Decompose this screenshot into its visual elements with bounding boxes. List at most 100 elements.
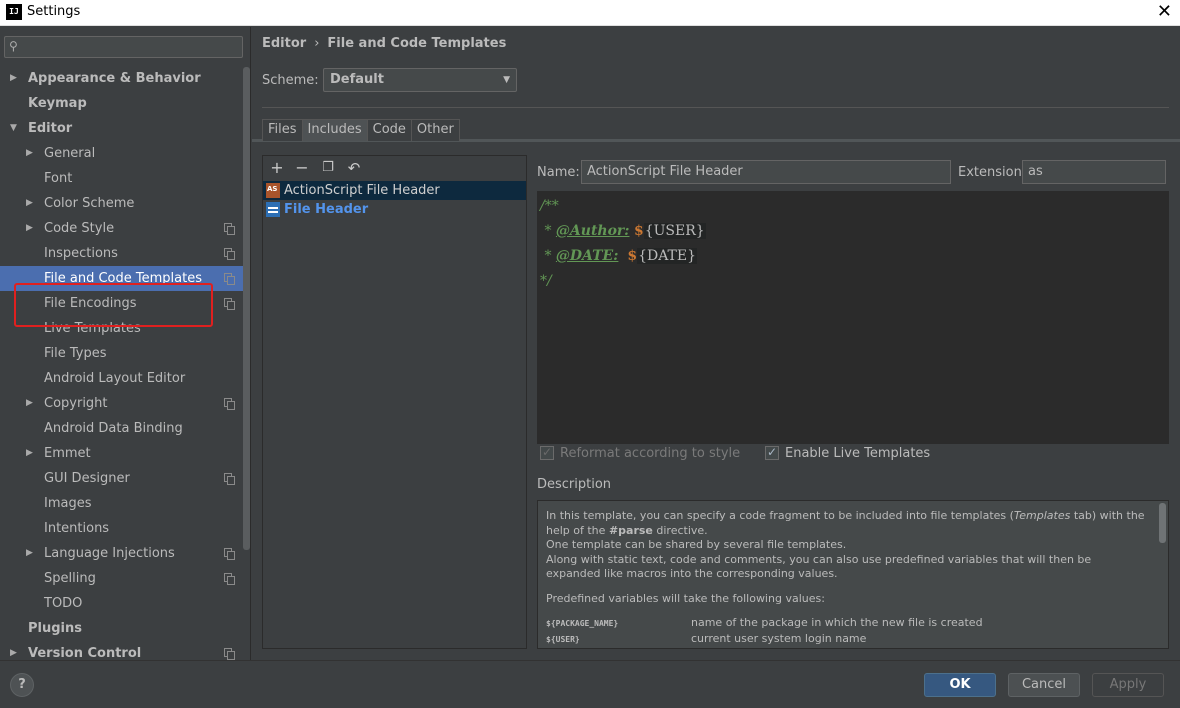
sidebar-item-general[interactable]: ▶ General [0,141,243,166]
sidebar-item-code-style[interactable]: ▶ Code Style [0,216,243,241]
apply-button[interactable]: Apply [1092,673,1164,697]
sidebar-item-android-data-binding[interactable]: Android Data Binding [0,416,243,441]
code-line: /** [540,198,559,214]
list-item[interactable]: ActionScript File Header [263,181,526,200]
sidebar-item-label: Editor [28,121,73,136]
sidebar-item-label: General [44,146,96,161]
sidebar-item-label: TODO [44,596,83,611]
tab-files[interactable]: Files [262,119,303,141]
tab-other[interactable]: Other [410,119,460,141]
sidebar-item-file-and-code-templates[interactable]: File and Code Templates [0,266,243,291]
sidebar-item-images[interactable]: Images [0,491,243,516]
scheme-dropdown[interactable]: Default ▼ [323,68,517,92]
chevron-right-icon[interactable]: ▶ [26,441,33,466]
sidebar-item-inspections[interactable]: Inspections [0,241,243,266]
chevron-right-icon[interactable]: ▶ [26,216,33,241]
sidebar-item-label: Android Layout Editor [44,371,186,386]
sidebar-item-plugins[interactable]: Plugins [0,616,243,641]
sidebar-scrollbar[interactable] [243,67,250,550]
chevron-right-icon[interactable]: ▶ [26,191,33,216]
template-list: ActionScript File Header File Header [263,181,526,219]
chevron-right-icon[interactable]: ▶ [26,541,33,566]
template-label: File Header [284,202,369,217]
reformat-checkbox-row: Reformat according to style [540,444,741,462]
sidebar-item-label: GUI Designer [44,471,130,486]
window-title: Settings [27,4,81,19]
add-icon[interactable]: + [267,158,287,178]
sidebar-item-live-templates[interactable]: Live Templates [0,316,243,341]
sidebar-item-font[interactable]: Font [0,166,243,191]
sidebar-item-color-scheme[interactable]: ▶ Color Scheme [0,191,243,216]
description-scrollbar[interactable] [1159,503,1166,543]
chevron-right-icon[interactable]: ▶ [10,66,17,91]
actionscript-file-icon [266,183,280,198]
sidebar-item-android-layout-editor[interactable]: Android Layout Editor [0,366,243,391]
extension-label: Extension: [958,165,1027,180]
template-toolbar: + − ❐ ↶ [263,156,526,180]
sidebar-item-gui-designer[interactable]: GUI Designer [0,466,243,491]
chevron-right-icon[interactable]: ▶ [10,641,17,660]
sidebar-item-todo[interactable]: TODO [0,591,243,616]
live-templates-label: Enable Live Templates [785,446,931,461]
settings-search-input[interactable]: ⚲ [4,36,243,58]
project-scope-icon [224,548,235,560]
chevron-right-icon[interactable]: ▶ [26,391,33,416]
project-scope-icon [224,273,235,285]
close-icon[interactable]: ✕ [1157,1,1172,22]
sidebar-item-label: Keymap [28,96,87,111]
description-paragraph: Predefined variables will take the follo… [546,591,825,605]
project-scope-icon [224,648,235,660]
sidebar-item-label: Spelling [44,571,96,586]
description-panel: In this template, you can specify a code… [537,500,1169,649]
project-scope-icon [224,298,235,310]
chevron-right-icon[interactable]: ▶ [26,141,33,166]
name-label: Name: [537,165,580,180]
description-title: Description [537,477,612,492]
copy-template-icon[interactable]: ❐ [318,158,338,178]
breadcrumb-separator: › [314,36,320,51]
sidebar-item-emmet[interactable]: ▶ Emmet [0,441,243,466]
sidebar-item-intentions[interactable]: Intentions [0,516,243,541]
date-tag: @DATE: [555,248,619,264]
tab-code[interactable]: Code [366,119,412,141]
sidebar-item-label: File Encodings [44,296,137,311]
ok-button[interactable]: OK [924,673,996,697]
sidebar-item-language-injections[interactable]: ▶ Language Injections [0,541,243,566]
help-button[interactable]: ? [10,673,34,697]
sidebar-item-spelling[interactable]: Spelling [0,566,243,591]
sidebar-item-version-control[interactable]: ▶ Version Control [0,641,243,660]
remove-icon[interactable]: − [292,158,312,178]
template-tabs: Files Includes Code Other [262,119,460,141]
template-name-input[interactable]: ActionScript File Header [581,160,951,184]
sidebar-item-label: Color Scheme [44,196,135,211]
sidebar-item-copyright[interactable]: ▶ Copyright [0,391,243,416]
sidebar-item-editor[interactable]: ▼ Editor [0,116,243,141]
sidebar-item-appearance-behavior[interactable]: ▶ Appearance & Behavior [0,66,243,91]
tab-includes[interactable]: Includes [301,119,368,141]
file-header-icon [266,202,280,217]
sidebar-item-label: Code Style [44,221,115,236]
project-scope-icon [224,223,235,235]
intellij-app-icon: IJ [6,4,22,20]
reformat-checkbox[interactable] [540,444,554,460]
sidebar-item-label: Emmet [44,446,91,461]
enable-live-templates-checkbox[interactable] [765,444,779,460]
cancel-button[interactable]: Cancel [1008,673,1080,697]
chevron-down-icon: ▼ [503,75,510,85]
sidebar-item-label: Appearance & Behavior [28,71,201,86]
list-item[interactable]: File Header [263,200,526,219]
sidebar-item-file-encodings[interactable]: File Encodings [0,291,243,316]
live-templates-checkbox-row: Enable Live Templates [765,444,931,462]
description-paragraph: In this template, you can specify a code… [546,509,1145,580]
template-label: ActionScript File Header [284,183,440,198]
reset-icon[interactable]: ↶ [344,158,364,178]
sidebar-item-label: Inspections [44,246,118,261]
code-line: */ [540,273,552,289]
reformat-label: Reformat according to style [560,446,741,461]
sidebar-item-keymap[interactable]: Keymap [0,91,243,116]
chevron-down-icon[interactable]: ▼ [10,116,17,141]
sidebar-item-file-types[interactable]: File Types [0,341,243,366]
template-code-editor[interactable]: /** * @Author: ${USER} * @DATE: ${DATE} … [537,191,1169,444]
variable-row: ${PACKAGE_NAME} name of the package in wh… [546,616,983,629]
extension-input[interactable]: as [1022,160,1166,184]
